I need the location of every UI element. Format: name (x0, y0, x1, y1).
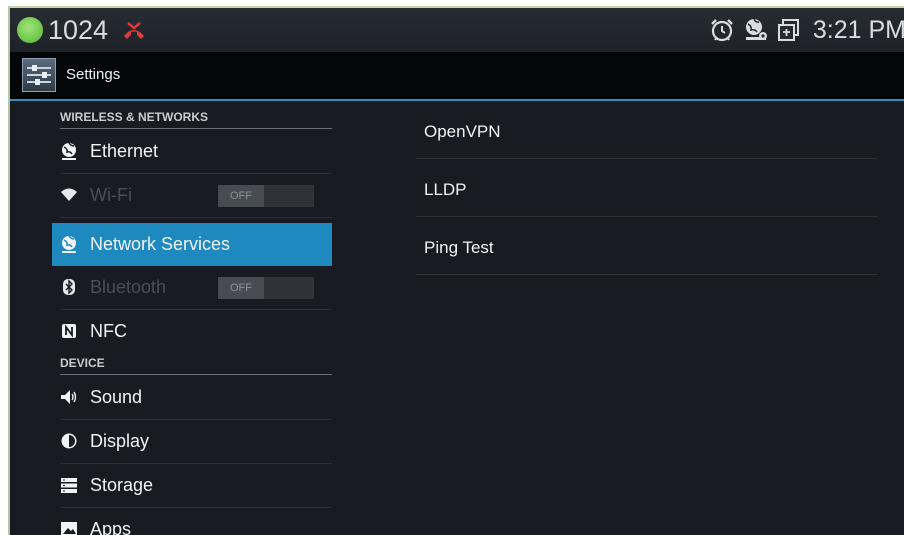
bluetooth-toggle[interactable]: OFF (218, 277, 314, 299)
screenshot-icon (777, 19, 799, 41)
sidebar-item-label: Apps (90, 519, 132, 535)
toggle-off-state: OFF (218, 277, 264, 299)
section-header-device: DEVICE (60, 356, 332, 375)
sidebar-item-wifi[interactable]: Wi-Fi OFF (52, 174, 332, 217)
action-bar: Settings (10, 52, 904, 101)
sidebar-item-label: Bluetooth (90, 277, 167, 297)
sidebar-item-label: Ethernet (90, 141, 159, 161)
status-icons: 3:21 PM (709, 12, 904, 48)
account-status-dot (17, 17, 43, 43)
wifi-icon (61, 188, 77, 201)
sidebar-item-ethernet[interactable]: Ethernet (52, 130, 332, 173)
sidebar-item-label: Network Services (90, 234, 231, 254)
storage-icon (61, 478, 77, 493)
network-services-panel: OpenVPN LLDP Ping Test (416, 101, 878, 301)
sidebar-item-label: Wi-Fi (90, 185, 132, 205)
missed-call-icon (124, 22, 144, 39)
sidebar-item-network-services[interactable]: Network Services (52, 223, 332, 266)
network-settings-icon (745, 18, 767, 40)
sidebar-item-bluetooth[interactable]: Bluetooth OFF (52, 266, 332, 309)
sidebar-item-display[interactable]: Display (52, 420, 332, 463)
sidebar-item-nfc[interactable]: NFC (52, 310, 332, 353)
sidebar-item-sound[interactable]: Sound (52, 376, 332, 419)
list-divider (60, 217, 332, 218)
sidebar-item-storage[interactable]: Storage (52, 464, 332, 507)
speaker-icon (61, 390, 77, 404)
sidebar-item-apps[interactable]: Apps (52, 508, 332, 535)
list-item-label: LLDP (424, 180, 467, 199)
wifi-toggle[interactable]: OFF (218, 185, 314, 207)
list-item-label: OpenVPN (424, 122, 501, 141)
display-brightness-icon (61, 433, 77, 449)
network-globe-icon (62, 235, 76, 253)
list-item-label: Ping Test (424, 238, 494, 257)
list-item-ping-test[interactable]: Ping Test (416, 217, 878, 275)
settings-categories-list: WIRELESS & NETWORKS Ethernet Wi-Fi OFF N… (10, 101, 370, 535)
status-bar: 1024 3:21 PM (10, 8, 904, 52)
alarm-clock-icon (711, 19, 733, 42)
settings-sliders-icon[interactable] (22, 58, 56, 92)
action-bar-title: Settings (66, 66, 121, 83)
nfc-icon (62, 324, 76, 338)
bluetooth-icon (63, 279, 75, 295)
sidebar-item-label: Sound (90, 387, 143, 407)
device-screen: 1024 3:21 PM Settings WIRELESS & NETWORK… (8, 6, 904, 535)
sidebar-item-label: Display (90, 431, 150, 451)
extension-number: 1024 (48, 15, 109, 45)
list-item-openvpn[interactable]: OpenVPN (416, 101, 878, 159)
apps-image-icon (61, 522, 77, 535)
sidebar-item-label: Storage (90, 475, 154, 495)
sidebar-item-label: NFC (90, 321, 127, 341)
ethernet-globe-icon (62, 142, 76, 160)
toggle-off-state: OFF (218, 185, 264, 207)
status-clock: 3:21 PM (812, 16, 904, 44)
list-item-lldp[interactable]: LLDP (416, 159, 878, 217)
section-header-wireless: WIRELESS & NETWORKS (60, 110, 332, 129)
